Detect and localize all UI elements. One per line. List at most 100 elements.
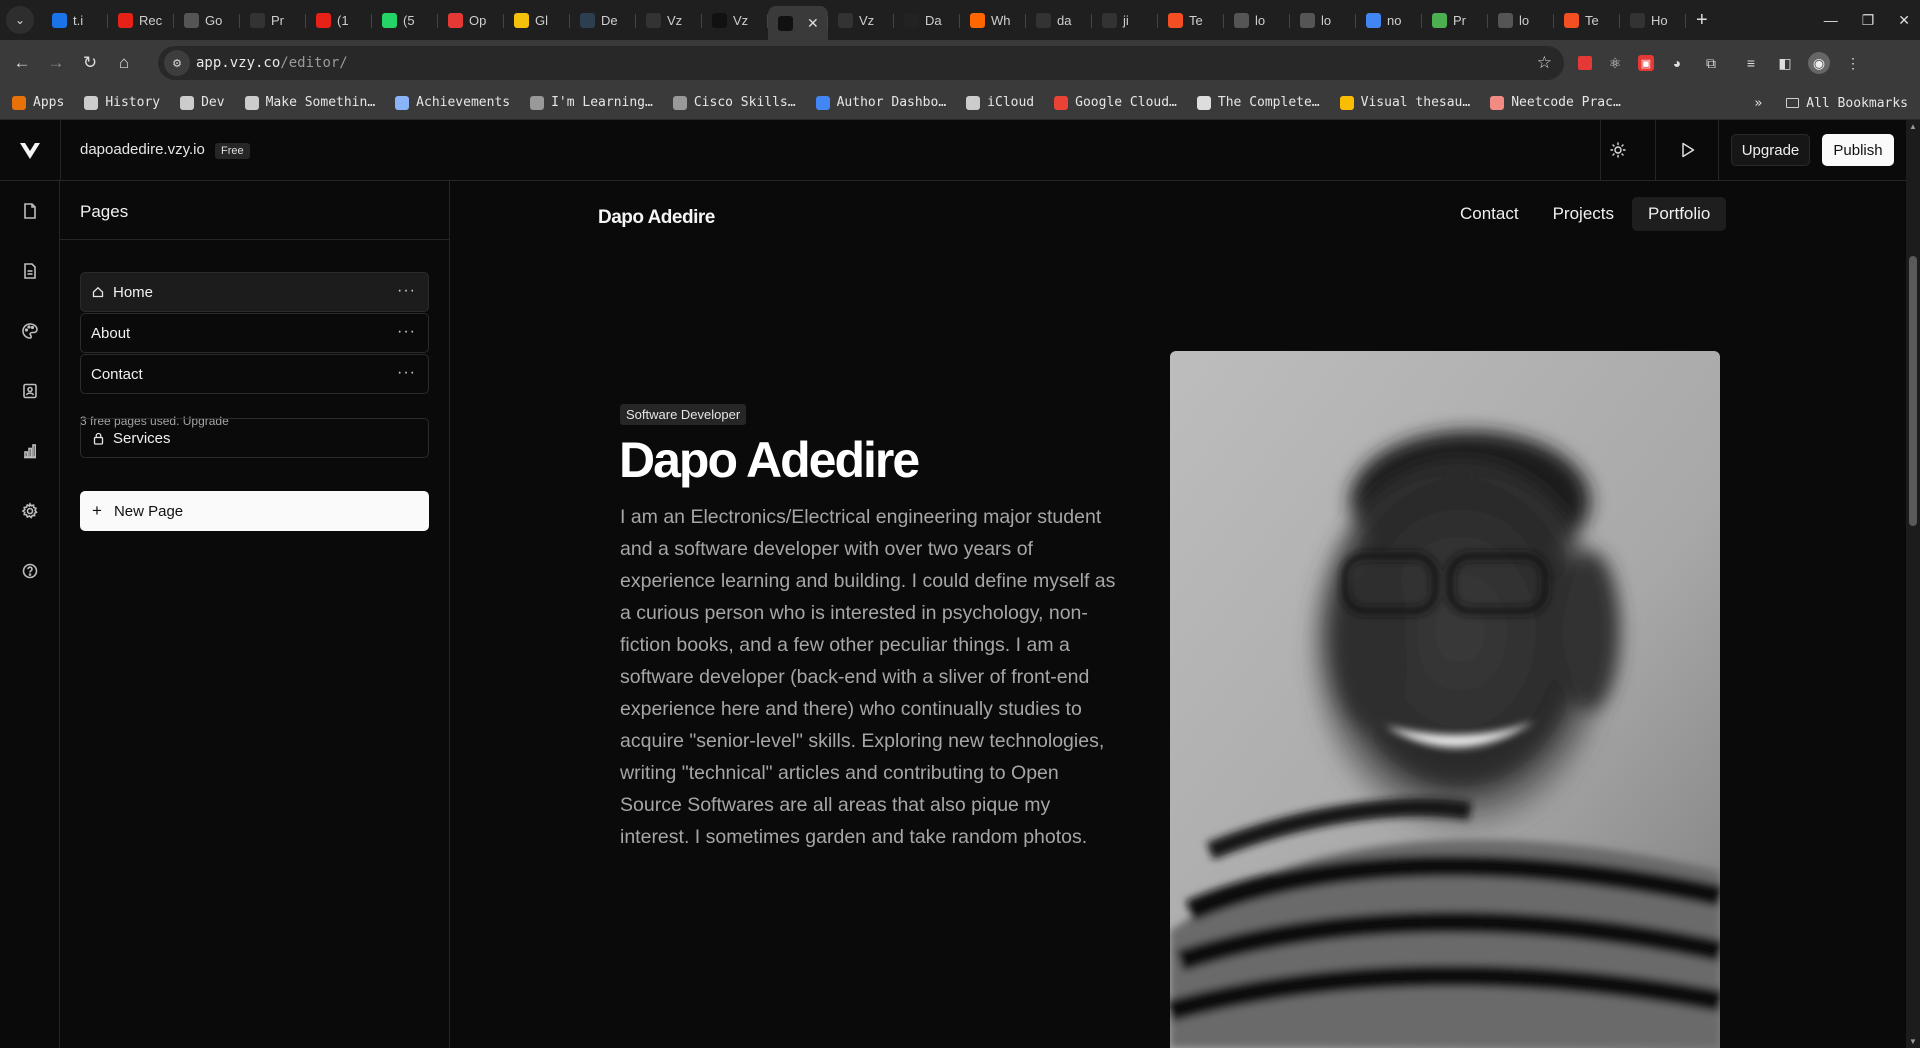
rail-help-button[interactable] bbox=[10, 551, 50, 591]
close-window-icon[interactable]: ✕ bbox=[1898, 12, 1910, 29]
browser-tab[interactable]: no bbox=[1356, 4, 1422, 36]
rail-pages-button[interactable] bbox=[10, 191, 50, 231]
bookmark-item[interactable]: History bbox=[84, 95, 160, 110]
scrollbar-thumb[interactable] bbox=[1909, 256, 1917, 526]
bookmark-item[interactable]: Neetcode Prac… bbox=[1490, 95, 1621, 110]
browser-menu-icon[interactable]: ⋮ bbox=[1842, 52, 1864, 74]
site-nav-projects[interactable]: Projects bbox=[1537, 197, 1630, 231]
extension-red-icon[interactable] bbox=[1578, 56, 1592, 70]
browser-tab[interactable]: lo bbox=[1224, 4, 1290, 36]
extension-gauge-icon[interactable]: ◕ bbox=[1666, 52, 1688, 74]
react-devtools-icon[interactable]: ⚛ bbox=[1604, 52, 1626, 74]
all-bookmarks-button[interactable]: All Bookmarks bbox=[1786, 96, 1908, 111]
vzy-logo-icon[interactable] bbox=[19, 141, 41, 161]
address-bar[interactable]: ⚙ app.vzy.co/editor/ ☆ bbox=[158, 46, 1564, 80]
url-text[interactable]: app.vzy.co/editor/ bbox=[196, 55, 348, 71]
browser-tab[interactable]: Pr bbox=[240, 4, 306, 36]
bookmark-item[interactable]: Dev bbox=[180, 95, 225, 110]
bookmark-star-icon[interactable]: ☆ bbox=[1537, 53, 1552, 73]
bookmark-item[interactable]: I'm Learning… bbox=[530, 95, 653, 110]
preview-button[interactable] bbox=[1674, 136, 1702, 164]
bookmark-item[interactable]: Make Somethin… bbox=[244, 95, 375, 110]
site-nav-portfolio[interactable]: Portfolio bbox=[1632, 197, 1727, 231]
browser-tab[interactable]: Da bbox=[894, 4, 960, 36]
new-tab-button[interactable]: + bbox=[1696, 9, 1708, 32]
more-options-icon[interactable]: ··· bbox=[397, 282, 416, 300]
close-tab-icon[interactable]: ✕ bbox=[807, 15, 819, 32]
browser-tab[interactable]: Go bbox=[174, 4, 240, 36]
extensions-puzzle-icon[interactable]: ⧉ bbox=[1700, 52, 1722, 74]
tab-title: no bbox=[1387, 12, 1402, 28]
rail-settings-button[interactable] bbox=[10, 491, 50, 531]
tab-search-button[interactable]: ⌄ bbox=[6, 6, 34, 34]
browser-tab[interactable]: Pr bbox=[1422, 4, 1488, 36]
site-nav-contact[interactable]: Contact bbox=[1444, 197, 1535, 231]
bookmark-item[interactable]: Google Cloud… bbox=[1054, 95, 1177, 110]
browser-tab[interactable]: (5 bbox=[372, 4, 438, 36]
bookmark-item[interactable]: Achievements bbox=[395, 95, 510, 110]
medal-icon bbox=[395, 95, 410, 110]
browser-tab[interactable]: Te bbox=[1158, 4, 1224, 36]
more-options-icon[interactable]: ··· bbox=[397, 323, 416, 341]
browser-tab[interactable]: (1 bbox=[306, 4, 372, 36]
browser-tab[interactable]: Rec bbox=[108, 4, 174, 36]
page-item-services-locked[interactable]: Services bbox=[80, 418, 429, 458]
rail-content-button[interactable] bbox=[10, 251, 50, 291]
browser-tab[interactable]: ✕ bbox=[768, 6, 828, 40]
page-item-label: Contact bbox=[91, 365, 143, 383]
browser-tab[interactable]: Vz bbox=[636, 4, 702, 36]
scroll-down-icon[interactable]: ▼ bbox=[1908, 1037, 1918, 1046]
bookmark-item[interactable]: Apps bbox=[12, 95, 64, 110]
restore-icon[interactable]: ❐ bbox=[1862, 12, 1875, 29]
site-brand[interactable]: Dapo Adedire bbox=[598, 207, 715, 229]
browser-tab[interactable]: Wh bbox=[960, 4, 1026, 36]
page-item-label: Home bbox=[113, 283, 154, 301]
profile-photo-image bbox=[1170, 351, 1720, 1048]
bookmark-item[interactable]: Author Dashbo… bbox=[815, 95, 946, 110]
forward-button[interactable]: → bbox=[39, 46, 73, 80]
browser-tab[interactable]: lo bbox=[1290, 4, 1356, 36]
browser-tab[interactable]: Gl bbox=[504, 4, 570, 36]
extension-lock-icon[interactable]: ▣ bbox=[1638, 55, 1654, 71]
browser-tab[interactable]: Vz bbox=[828, 4, 894, 36]
page-item-contact[interactable]: Contact ··· bbox=[80, 354, 429, 394]
bookmark-item[interactable]: Cisco Skills… bbox=[672, 95, 796, 110]
browser-tab[interactable]: lo bbox=[1488, 4, 1554, 36]
reload-button[interactable]: ↻ bbox=[73, 46, 107, 80]
bookmark-label: Achievements bbox=[416, 95, 511, 110]
profile-avatar-icon[interactable]: ◉ bbox=[1808, 52, 1830, 74]
browser-tab[interactable]: Ho bbox=[1620, 4, 1686, 36]
new-page-button[interactable]: + New Page bbox=[80, 491, 429, 531]
bookmark-item[interactable]: Visual thesau… bbox=[1339, 95, 1470, 110]
side-panel-icon[interactable]: ◧ bbox=[1774, 52, 1796, 74]
browser-tab[interactable]: De bbox=[570, 4, 636, 36]
more-options-icon[interactable]: ··· bbox=[397, 364, 416, 382]
site-info-icon[interactable]: ⚙ bbox=[164, 50, 190, 76]
minimize-icon[interactable]: — bbox=[1824, 12, 1838, 28]
browser-tab[interactable]: Te bbox=[1554, 4, 1620, 36]
scroll-up-icon[interactable]: ▲ bbox=[1908, 122, 1918, 131]
back-button[interactable]: ← bbox=[5, 46, 39, 80]
more-bookmarks-icon[interactable]: » bbox=[1754, 96, 1762, 111]
media-control-icon[interactable]: ≡ bbox=[1740, 52, 1762, 74]
rail-analytics-button[interactable] bbox=[10, 431, 50, 471]
page-item-about[interactable]: About ··· bbox=[80, 313, 429, 353]
rail-design-button[interactable] bbox=[10, 311, 50, 351]
browser-tab[interactable]: Vz bbox=[702, 4, 768, 36]
page-scrollbar[interactable]: ▲ ▼ bbox=[1906, 120, 1920, 1048]
browser-tab[interactable]: ji bbox=[1092, 4, 1158, 36]
theme-toggle-button[interactable] bbox=[1604, 136, 1632, 164]
upgrade-button[interactable]: Upgrade bbox=[1731, 134, 1810, 166]
site-domain[interactable]: dapoadedire.vzy.io bbox=[80, 141, 205, 158]
publish-button[interactable]: Publish bbox=[1822, 134, 1894, 166]
bookmark-item[interactable]: The Complete… bbox=[1196, 95, 1320, 110]
rail-profile-button[interactable] bbox=[10, 371, 50, 411]
extensions-area: ⚛ ▣ ◕ ⧉ ≡ ◧ ◉ ⋮ bbox=[1578, 40, 1864, 86]
home-button[interactable]: ⌂ bbox=[107, 46, 141, 80]
browser-tab[interactable]: Op bbox=[438, 4, 504, 36]
browser-tab[interactable]: da bbox=[1026, 4, 1092, 36]
browser-tab[interactable]: t.i bbox=[42, 4, 108, 36]
page-item-home[interactable]: Home ··· bbox=[80, 272, 429, 312]
page-item-label: Services bbox=[113, 429, 171, 447]
bookmark-item[interactable]: iCloud bbox=[966, 95, 1034, 110]
